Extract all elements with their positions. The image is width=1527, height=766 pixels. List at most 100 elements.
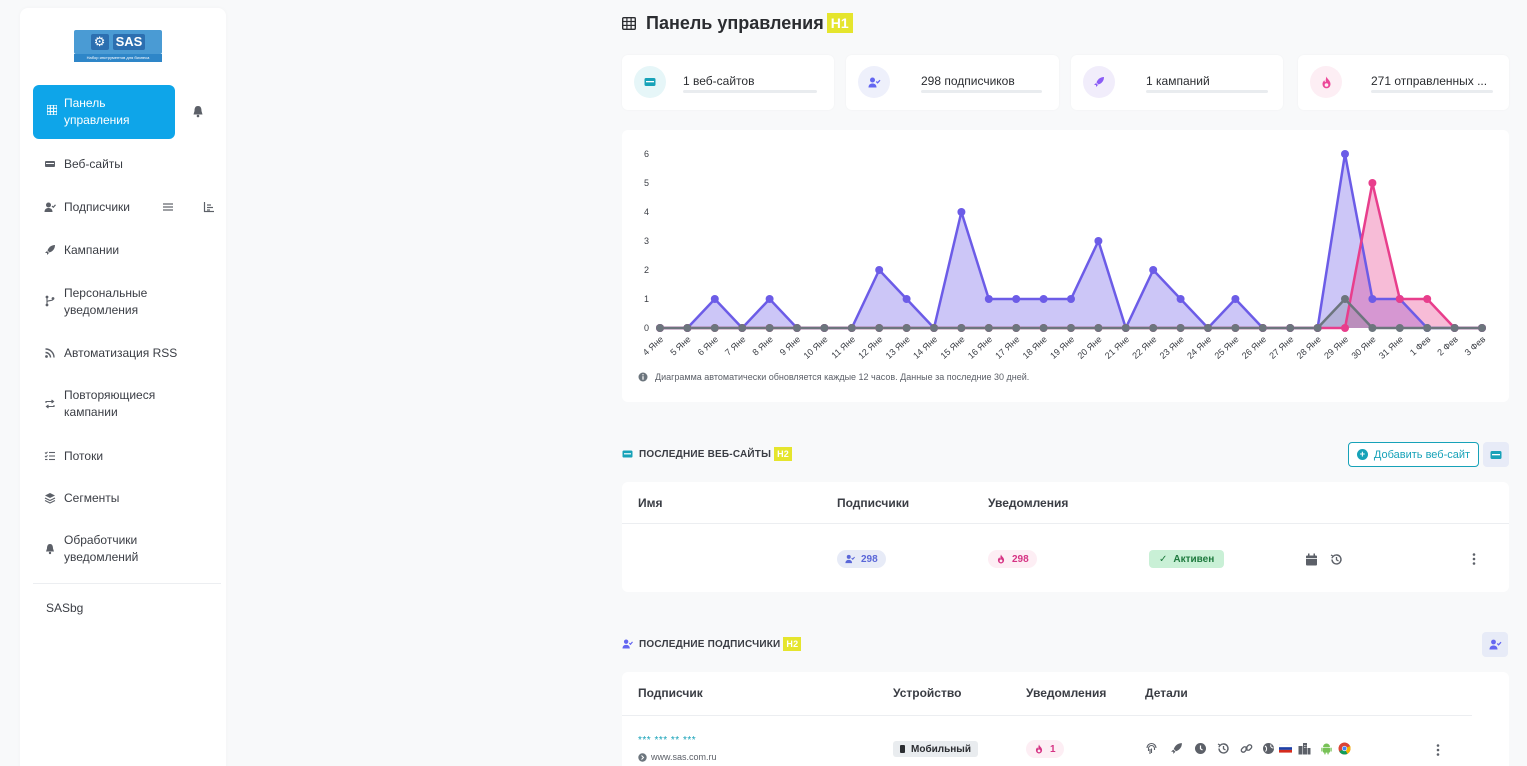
stat-card-websites[interactable]: 1 веб-сайтов — [622, 55, 834, 110]
series-2-point[interactable] — [710, 324, 719, 332]
series-2-point[interactable] — [1149, 324, 1158, 332]
series-2-point[interactable] — [1423, 324, 1432, 332]
series-2-point[interactable] — [1450, 324, 1459, 332]
series-0-point[interactable] — [984, 295, 993, 303]
series-0-point[interactable] — [957, 208, 966, 216]
series-1-point[interactable] — [1341, 324, 1349, 332]
series-2-point[interactable] — [820, 324, 829, 332]
series-2-point[interactable] — [1286, 324, 1295, 332]
series-0-point[interactable] — [875, 266, 884, 274]
series-0-point[interactable] — [710, 295, 719, 303]
series-2-point[interactable] — [1204, 324, 1212, 332]
websites-table: Имя Подписчики Уведомления 298 298 ✓ Акт… — [622, 482, 1509, 592]
stat-card-campaigns[interactable]: 1 кампаний — [1071, 55, 1283, 110]
status-text: Активен — [1173, 553, 1215, 565]
series-2-point[interactable] — [1258, 324, 1267, 332]
stat-card-subscribers[interactable]: 298 подписчиков — [846, 55, 1059, 110]
subscriber-name[interactable]: *** *** ** *** — [638, 735, 696, 746]
series-0-point[interactable] — [1067, 295, 1075, 303]
x-tick-label: 12 Яне — [856, 334, 884, 361]
series-0-point[interactable] — [1176, 295, 1185, 303]
sidebar-user[interactable]: SASbg — [46, 601, 83, 615]
x-tick-label: 15 Яне — [938, 334, 966, 361]
subscribers-view-button[interactable] — [1482, 632, 1508, 657]
list-icon[interactable] — [162, 201, 174, 213]
series-2-point[interactable] — [1176, 324, 1185, 332]
series-2-point[interactable] — [1012, 324, 1021, 332]
series-2-point[interactable] — [1121, 324, 1130, 332]
series-2-point[interactable] — [875, 324, 884, 332]
sidebar-item-label: Персональные уведомления — [64, 286, 148, 317]
section-latest-subscribers: ПОСЛЕДНИЕ ПОДПИСЧИКИ H2 — [622, 637, 802, 651]
series-0-point[interactable] — [1149, 266, 1158, 274]
series-2-point[interactable] — [765, 324, 774, 332]
list-check-icon — [44, 451, 55, 461]
websites-view-button[interactable] — [1483, 442, 1509, 467]
series-2-point[interactable] — [1368, 324, 1377, 332]
series-1-point[interactable] — [1368, 179, 1377, 187]
sidebar-item-dashboard[interactable]: Панель управления — [33, 85, 175, 139]
x-tick-label: 21 Яне — [1103, 334, 1131, 361]
branch-icon — [45, 295, 55, 307]
link-icon[interactable] — [1240, 742, 1253, 755]
series-0-point[interactable] — [902, 295, 911, 303]
logo-text: SAS — [112, 34, 146, 50]
clock-icon[interactable] — [1194, 742, 1207, 755]
series-1-point[interactable] — [1395, 295, 1404, 303]
more-icon[interactable] — [1436, 744, 1440, 756]
x-tick-label: 8 Яне — [750, 334, 775, 357]
history-icon[interactable] — [1330, 553, 1343, 566]
series-0-point[interactable] — [1039, 295, 1048, 303]
status-badge: ✓ Активен — [1149, 550, 1225, 568]
series-2-point[interactable] — [1341, 295, 1349, 303]
globe-icon[interactable] — [1262, 742, 1275, 755]
calendar-icon[interactable] — [1305, 553, 1318, 566]
series-2-point[interactable] — [957, 324, 966, 332]
h2-badge: H2 — [783, 637, 802, 651]
series-2-point[interactable] — [1067, 324, 1075, 332]
x-tick-label: 4 Яне — [641, 334, 666, 357]
subscribers-count: 298 — [861, 553, 878, 565]
subscriber-site[interactable]: www.sas.com.ru — [638, 752, 717, 762]
bell-icon[interactable] — [192, 105, 204, 118]
user-check-icon — [845, 554, 855, 564]
history-icon[interactable] — [1217, 742, 1230, 755]
series-2-point[interactable] — [683, 324, 692, 332]
stat-card-sent[interactable]: 271 отправленных ... — [1298, 55, 1509, 110]
add-website-button[interactable]: + Добавить веб-сайт — [1348, 442, 1479, 467]
x-tick-label: 5 Яне — [668, 334, 693, 357]
x-tick-label: 6 Яне — [696, 334, 721, 357]
series-2-point[interactable] — [738, 324, 747, 332]
section-latest-websites: ПОСЛЕДНИЕ ВЕБ-САЙТЫ H2 — [622, 447, 793, 461]
series-2-point[interactable] — [1395, 324, 1404, 332]
series-0-point[interactable] — [1231, 295, 1240, 303]
series-2-point[interactable] — [1094, 324, 1103, 332]
series-2-point[interactable] — [847, 324, 856, 332]
series-1-point[interactable] — [1423, 295, 1432, 303]
series-2-point[interactable] — [1313, 324, 1322, 332]
series-0-point[interactable] — [1094, 237, 1103, 245]
series-0-point[interactable] — [765, 295, 774, 303]
sidebar-item-label: Повторяющиеся кампании — [64, 388, 156, 419]
series-0-point[interactable] — [1012, 295, 1021, 303]
x-tick-label: 17 Яне — [993, 334, 1021, 361]
series-2-point[interactable] — [930, 324, 938, 332]
rocket-icon[interactable] — [1170, 742, 1183, 755]
x-tick-label: 18 Яне — [1021, 334, 1049, 361]
series-2-point[interactable] — [902, 324, 911, 332]
series-0-point[interactable] — [1368, 295, 1377, 303]
series-2-point[interactable] — [793, 324, 801, 332]
logo[interactable]: ⚙ SAS Набор инструментов для бизнеса — [74, 30, 162, 68]
series-2-point[interactable] — [1478, 324, 1486, 332]
series-2-point[interactable] — [1231, 324, 1240, 332]
more-icon[interactable] — [1472, 553, 1476, 565]
series-0-point[interactable] — [1341, 150, 1349, 158]
notifications-count: 1 — [1050, 743, 1056, 755]
chart-icon[interactable] — [203, 201, 215, 213]
page-header: Панель управления H1 — [622, 11, 853, 35]
series-2-point[interactable] — [1039, 324, 1048, 332]
series-2-point[interactable] — [984, 324, 993, 332]
series-2-point[interactable] — [656, 324, 664, 332]
fingerprint-icon[interactable] — [1145, 742, 1158, 755]
column-header: Устройство — [893, 686, 962, 700]
